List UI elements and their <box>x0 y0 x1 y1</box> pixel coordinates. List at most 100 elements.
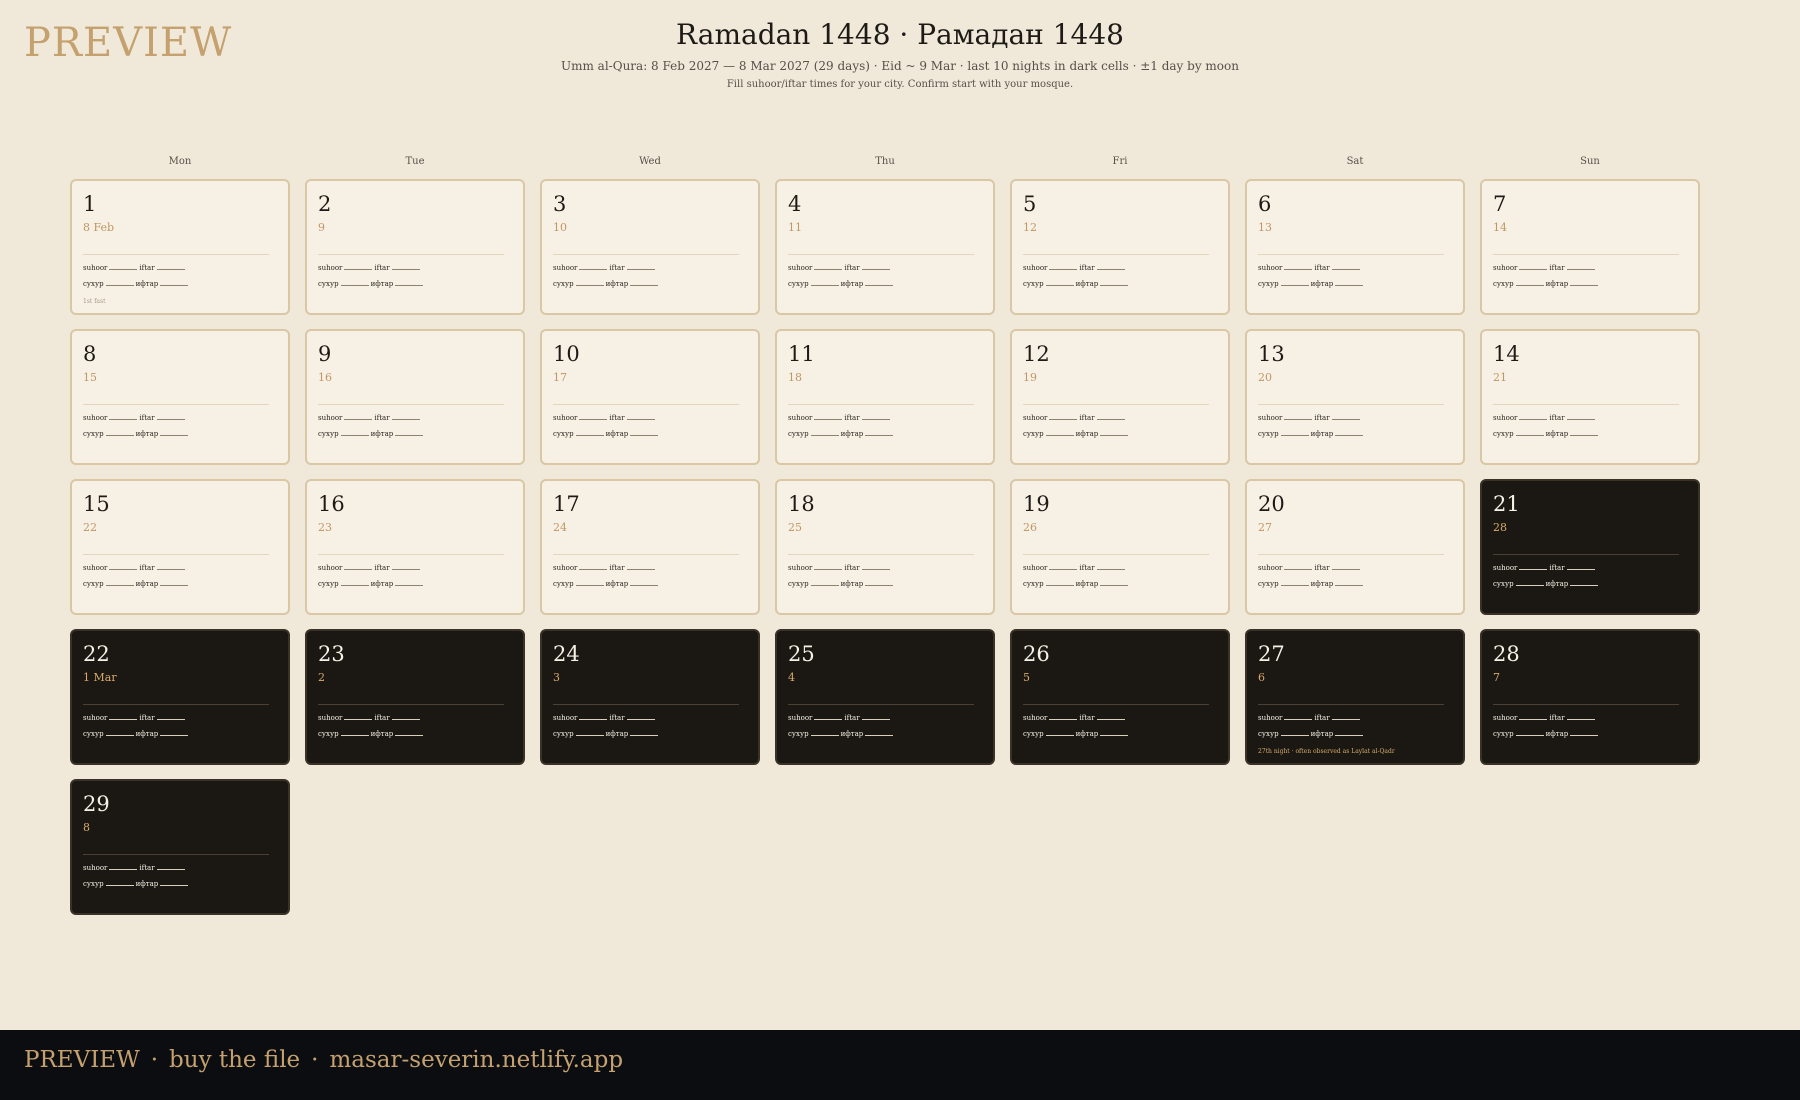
suhoor-ru-label: сухур <box>553 730 574 738</box>
suhoor-time-blank <box>579 269 608 270</box>
suhoor-label: suhoor <box>553 264 578 272</box>
footer-text: PREVIEW · buy the file · masar-severin.netli… <box>24 1047 623 1073</box>
suhoor-time-blank <box>579 719 608 720</box>
suhoor-label: suhoor <box>318 564 343 572</box>
iftar-label: iftar <box>1314 564 1330 572</box>
iftar-label: iftar <box>374 714 390 722</box>
ramadan-day-number: 15 <box>83 492 110 516</box>
day-cell: 11 18 suhoor iftar сухур ифтар <box>775 329 995 465</box>
suhoor-iftar-ru-line: сухур ифтар <box>83 880 269 888</box>
page-subtitle: Umm al-Qura: 8 Feb 2027 — 8 Mar 2027 (29… <box>561 59 1239 73</box>
cell-divider <box>1258 404 1444 405</box>
suhoor-iftar-line: suhoor iftar <box>553 414 739 422</box>
suhoor-time-blank <box>109 569 138 570</box>
iftar-label: iftar <box>609 414 625 422</box>
suhoor-label: suhoor <box>1493 714 1518 722</box>
calendar-grid: Mon Tue Wed Thu Fri Sat Sun 1 8 Feb suhoor… <box>70 155 1700 929</box>
suhoor-label: suhoor <box>1023 414 1048 422</box>
cell-divider <box>1493 554 1679 555</box>
day-cell: 22 1 Mar suhoor iftar сухур ифтар <box>70 629 290 765</box>
gregorian-date: 25 <box>788 521 802 534</box>
suhoor-ru-time-blank <box>575 585 604 586</box>
iftar-time-blank <box>156 869 185 870</box>
suhoor-iftar-ru-line: сухур ифтар <box>83 430 269 438</box>
suhoor-ru-time-blank <box>105 735 134 736</box>
day-cell: 1 8 Feb suhoor iftar сухур ифтар 1st fast <box>70 179 290 315</box>
iftar-label: iftar <box>374 264 390 272</box>
cell-divider <box>318 704 504 705</box>
day-cell: 6 13 suhoor iftar сухур ифтар <box>1245 179 1465 315</box>
iftar-ru-label: ифтар <box>840 580 864 588</box>
iftar-time-blank <box>1096 419 1125 420</box>
ramadan-day-number: 11 <box>788 342 815 366</box>
suhoor-label: suhoor <box>1023 264 1048 272</box>
iftar-ru-time-blank <box>1100 285 1129 286</box>
iftar-label: iftar <box>1549 414 1565 422</box>
iftar-label: iftar <box>374 564 390 572</box>
site-link[interactable]: masar-severin.netlify.app <box>329 1047 623 1073</box>
iftar-ru-label: ифтар <box>1310 730 1334 738</box>
suhoor-time-blank <box>814 269 843 270</box>
gregorian-date: 28 <box>1493 521 1507 534</box>
iftar-ru-time-blank <box>1570 285 1599 286</box>
cell-divider <box>318 404 504 405</box>
day-cell: 26 5 suhoor iftar сухур ифтар <box>1010 629 1230 765</box>
iftar-label: iftar <box>139 264 155 272</box>
gregorian-date: 18 <box>788 371 802 384</box>
iftar-label: iftar <box>1079 264 1095 272</box>
day-cell: 18 25 suhoor iftar сухур ифтар <box>775 479 995 615</box>
suhoor-ru-time-blank <box>340 285 369 286</box>
iftar-label: iftar <box>1549 264 1565 272</box>
iftar-ru-time-blank <box>395 585 424 586</box>
iftar-ru-time-blank <box>1100 735 1129 736</box>
ramadan-day-number: 13 <box>1258 342 1285 366</box>
suhoor-iftar-line: suhoor iftar <box>553 564 739 572</box>
ramadan-day-number: 22 <box>83 642 110 666</box>
gregorian-date: 8 <box>83 821 90 834</box>
iftar-time-blank <box>1566 719 1595 720</box>
ramadan-day-number: 14 <box>1493 342 1520 366</box>
gregorian-date: 22 <box>83 521 97 534</box>
gregorian-date: 17 <box>553 371 567 384</box>
suhoor-ru-label: сухур <box>788 730 809 738</box>
iftar-ru-label: ифтар <box>605 280 629 288</box>
suhoor-iftar-line: suhoor iftar <box>1023 414 1209 422</box>
suhoor-ru-label: сухур <box>1023 430 1044 438</box>
iftar-ru-time-blank <box>1335 435 1364 436</box>
iftar-ru-time-blank <box>865 735 894 736</box>
suhoor-ru-label: сухур <box>1023 280 1044 288</box>
suhoor-iftar-ru-line: сухур ифтар <box>553 730 739 738</box>
suhoor-time-blank <box>1519 569 1548 570</box>
suhoor-ru-label: сухур <box>83 580 104 588</box>
suhoor-time-blank <box>1049 719 1078 720</box>
suhoor-ru-label: сухур <box>788 580 809 588</box>
ramadan-day-number: 5 <box>1023 192 1037 216</box>
suhoor-iftar-line: suhoor iftar <box>788 714 974 722</box>
day-cell: 21 28 suhoor iftar сухур ифтар <box>1480 479 1700 615</box>
suhoor-time-blank <box>1284 269 1313 270</box>
suhoor-ru-label: сухур <box>1258 280 1279 288</box>
suhoor-iftar-ru-line: сухур ифтар <box>83 280 269 288</box>
iftar-label: iftar <box>844 264 860 272</box>
buy-file-link[interactable]: buy the file <box>169 1047 300 1073</box>
suhoor-ru-time-blank <box>1280 285 1309 286</box>
day-note: 27th night · often observed as Laylat al… <box>1258 748 1395 755</box>
suhoor-iftar-ru-line: сухур ифтар <box>1023 280 1209 288</box>
suhoor-iftar-line: suhoor iftar <box>553 714 739 722</box>
suhoor-label: suhoor <box>1023 714 1048 722</box>
iftar-label: iftar <box>609 714 625 722</box>
suhoor-ru-time-blank <box>1045 435 1074 436</box>
suhoor-time-blank <box>814 719 843 720</box>
suhoor-time-blank <box>579 419 608 420</box>
iftar-label: iftar <box>374 414 390 422</box>
iftar-ru-time-blank <box>630 735 659 736</box>
suhoor-iftar-ru-line: сухур ифтар <box>553 280 739 288</box>
suhoor-iftar-line: suhoor iftar <box>318 564 504 572</box>
page-note: Fill suhoor/iftar times for your city. C… <box>726 79 1074 90</box>
gregorian-date: 15 <box>83 371 97 384</box>
ramadan-day-number: 19 <box>1023 492 1050 516</box>
iftar-ru-label: ифтар <box>605 580 629 588</box>
day-cell: 14 21 suhoor iftar сухур ифтар <box>1480 329 1700 465</box>
day-cell: 13 20 suhoor iftar сухур ифтар <box>1245 329 1465 465</box>
iftar-label: iftar <box>1549 564 1565 572</box>
